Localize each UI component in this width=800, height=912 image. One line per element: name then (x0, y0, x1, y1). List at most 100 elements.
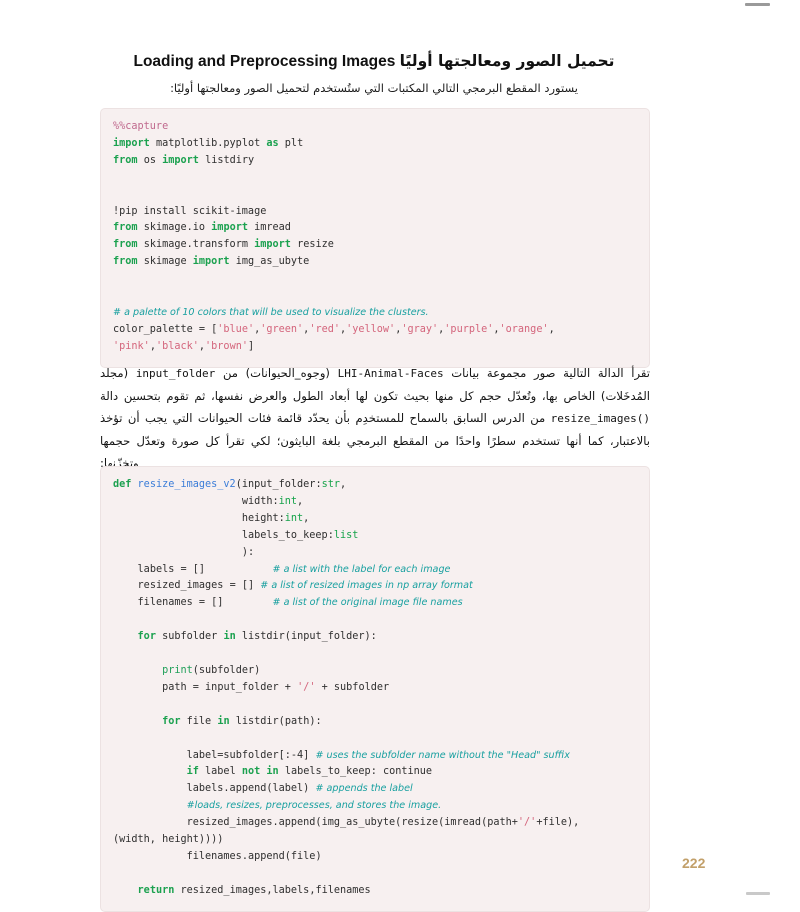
code-token-img-as-ubyte: img_as_ubyte (235, 256, 310, 268)
code-token-in-3: in (266, 766, 279, 778)
code-comment-filenames: # a list of the original image file name… (272, 597, 463, 609)
code-token-var-resized-images: resized_images (137, 580, 224, 592)
code-comment-loads: #loads, resizes, preprocesses, and store… (186, 800, 442, 812)
code-token-ret-filenames: filenames (315, 884, 371, 896)
code-token-param-height: height (241, 512, 279, 524)
code-token-file-2: file (542, 817, 567, 829)
code-token-width-height: (width, height) (113, 834, 206, 846)
code-str-slash-2: '/' (517, 817, 537, 829)
code-str-pink: 'pink' (113, 340, 150, 352)
code-token-magic-capture: %%capture (113, 121, 169, 132)
code-str-brown: 'brown' (205, 340, 248, 352)
code-token-from-2: from (113, 222, 138, 234)
body-paragraph: تقرأ الدالة التالية صور مجموعة بيانات LH… (100, 362, 650, 474)
code-token-call-img-as-ubyte: img_as_ubyte (321, 817, 396, 829)
code-token-arg-path: path (284, 715, 310, 727)
code-token-param-labels-to-keep: labels_to_keep (241, 529, 328, 541)
code-token-arg-path-2: path (487, 817, 512, 829)
code-token-module-matplotlib: matplotlib.pyplot (155, 137, 261, 149)
code-token-arg-input-folder-2: input_folder (205, 681, 279, 693)
top-scroll-mark (745, 3, 770, 6)
code-token-param-input-folder: input_folder (241, 479, 316, 490)
code-token-in-2: in (217, 715, 230, 727)
code-token-if: if (186, 766, 199, 778)
code-token-print: print (162, 664, 193, 676)
code-token-not: not (241, 766, 261, 778)
code-token-call-resize: resize (401, 817, 439, 829)
code-token-var-filenames: filenames (137, 597, 193, 609)
code-token-var-labels: labels (137, 563, 175, 575)
section-subtitle: يستورد المقطع البرمجي التالي المكتبات ال… (170, 81, 578, 95)
code-str-red: 'red' (309, 323, 340, 335)
code-token-as: as (266, 137, 279, 149)
code-str-black: 'black' (155, 340, 199, 352)
code-token-labels-append: labels (186, 783, 224, 795)
code-token-alias-plt: plt (284, 137, 304, 149)
code-token-label-2: label (272, 783, 304, 795)
code-str-yellow: 'yellow' (346, 323, 396, 335)
code-token-module-skimage-transform: skimage.transform (143, 239, 248, 251)
inline-code-dataset-name: LHI-Animal-Faces (337, 366, 444, 380)
code-token-listdir-1: listdir (241, 631, 285, 643)
code-token-return: return (137, 884, 175, 896)
code-token-type-str: str (321, 479, 340, 490)
code-block-imports: %%capture import matplotlib.pyplot as pl… (100, 108, 650, 368)
code-token-ret-resized-images: resized_images (180, 884, 267, 896)
code-token-import-2: import (162, 154, 199, 166)
code-token-file-1: file (186, 715, 212, 727)
code-token-subfolder-1: subfolder (162, 631, 218, 643)
paragraph-part-2: (وجوه_الحيوانات) من (215, 365, 338, 380)
inline-code-input-folder: input_folder (135, 366, 216, 380)
code-token-def: def (113, 479, 132, 490)
page-number: 222 (682, 855, 706, 871)
code-token-import-5: import (192, 256, 230, 268)
code-comment-resized: # a list of resized images in np array f… (260, 580, 473, 592)
code-token-type-int-1: int (278, 495, 298, 507)
code-token-label-1: label (205, 766, 236, 778)
code-str-purple: 'purple' (444, 323, 494, 335)
code-token-arg-labels-to-keep: labels_to_keep (284, 766, 371, 778)
code-token-param-width: width (241, 495, 273, 507)
code-token-in-1: in (223, 631, 236, 643)
code-token-var-label: label (186, 749, 218, 761)
code-token-for-1: for (137, 631, 156, 643)
code-listing-imports: %%capture import matplotlib.pyplot as pl… (113, 121, 555, 352)
document-page: تحميل الصور ومعالجتها أوليًا Loading and… (0, 0, 800, 912)
code-token-subfolder-4: subfolder (223, 749, 279, 761)
code-token-file-3: file (290, 850, 316, 862)
page-title-english: Loading and Preprocessing Images (133, 53, 396, 70)
code-token-resized-images-append: resized_images (186, 817, 273, 829)
code-str-orange: 'orange' (499, 323, 549, 335)
code-token-module-skimage-io: skimage.io (143, 222, 206, 234)
code-token-from-1: from (113, 154, 138, 166)
code-token-type-list: list (333, 529, 359, 541)
code-token-filenames-append: filenames (186, 850, 242, 862)
code-token-color-palette-var: color_palette (113, 323, 193, 335)
code-token-import-1: import (113, 137, 150, 149)
code-str-blue: 'blue' (217, 323, 255, 335)
code-token-ret-labels: labels (272, 884, 310, 896)
code-token-fn-name: resize_images_v2 (137, 479, 236, 490)
code-str-green: 'green' (260, 323, 304, 335)
code-token-module-os: os (143, 154, 156, 166)
code-token-from-4: from (113, 256, 138, 268)
code-token-continue: continue (382, 766, 433, 778)
code-comment-suffix: # uses the subfolder name without the "H… (315, 749, 570, 761)
code-token-var-path: path (162, 681, 187, 693)
code-comment-appends: # appends the label (315, 783, 413, 795)
code-token-arg-input-folder: input_folder (290, 631, 365, 643)
code-token-from-3: from (113, 239, 138, 251)
code-token-import-4: import (254, 239, 291, 251)
code-token-type-int-2: int (284, 512, 304, 524)
paragraph-part-1: تقرأ الدالة التالية صور مجموعة بيانات (443, 365, 651, 380)
code-token-listdir-2: listdir (235, 715, 279, 727)
code-str-slash-1: '/' (297, 681, 316, 693)
page-title: تحميل الصور ومعالجتها أوليًا Loading and… (100, 51, 648, 73)
code-token-for-2: for (162, 715, 181, 727)
code-listing-function: def resize_images_v2(input_folder:str, w… (113, 479, 580, 896)
code-token-subfolder-2: subfolder (198, 664, 255, 676)
inline-code-resize-images: resize_images() (550, 411, 650, 425)
code-token-slice: [:-4] (278, 749, 310, 761)
bottom-scroll-mark (746, 892, 770, 895)
code-token-module-skimage: skimage (143, 256, 187, 268)
